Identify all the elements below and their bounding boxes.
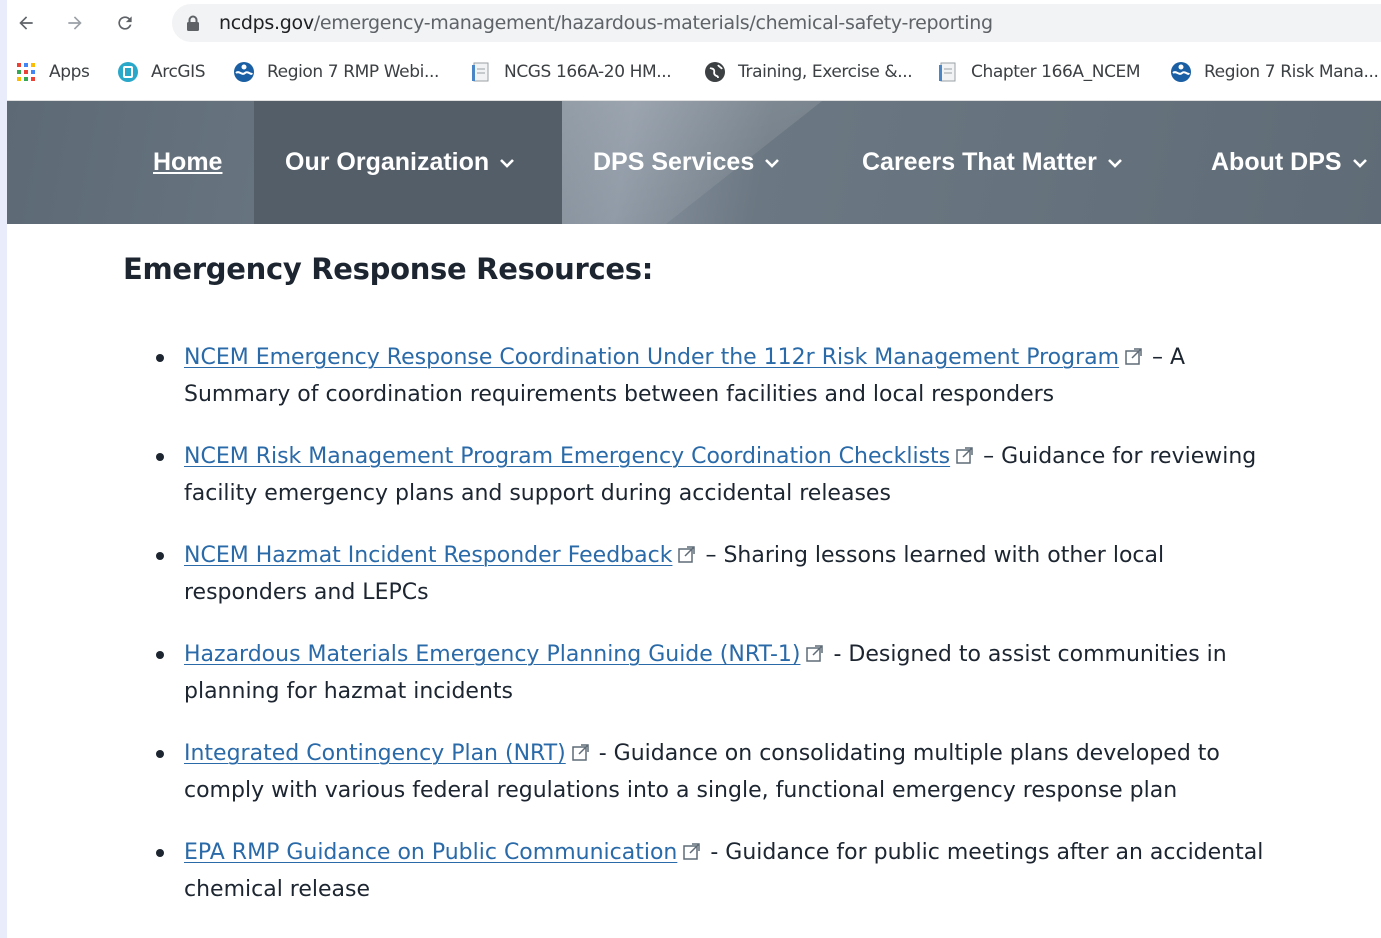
resource-link[interactable]: Integrated Contingency Plan (NRT) <box>184 741 566 766</box>
bookmarks-bar: Apps ArcGIS Region 7 RMP Webi... NCGS 16… <box>7 48 1381 101</box>
list-item: EPA RMP Guidance on Public Communication… <box>152 834 1292 908</box>
nav-item-dps-services[interactable]: DPS Services <box>593 148 780 177</box>
bookmark-label: Region 7 Risk Mana... <box>1204 62 1379 82</box>
reload-button[interactable] <box>110 8 140 38</box>
external-link-icon <box>806 645 824 662</box>
external-link-icon <box>678 546 696 563</box>
external-link-icon <box>1125 348 1142 365</box>
back-button[interactable] <box>11 8 41 38</box>
document-icon <box>472 62 489 82</box>
arrow-right-icon <box>68 16 82 30</box>
globe-icon <box>705 62 725 82</box>
apps-grid-icon <box>17 63 35 81</box>
nav-item-careers-that-matter[interactable]: Careers That Matter <box>862 148 1123 177</box>
nav-item-label: Home <box>153 148 223 176</box>
list-item: NCEM Emergency Response Coordination Und… <box>152 339 1292 413</box>
epa-logo-icon <box>1171 62 1191 82</box>
chevron-down-icon <box>1352 158 1367 168</box>
url-path: /emergency-management/hazardous-material… <box>313 12 993 34</box>
forward-button[interactable] <box>60 8 90 38</box>
arrow-left-icon <box>19 16 33 30</box>
bookmark-apps[interactable]: Apps <box>15 60 90 84</box>
external-link-icon <box>572 744 589 761</box>
resource-link[interactable]: NCEM Hazmat Incident Responder Feedback <box>184 543 672 568</box>
bullet <box>156 849 164 857</box>
bookmark-ncgs-166a[interactable]: NCGS 166A-20 HM... <box>470 60 672 84</box>
lock-icon <box>187 15 199 31</box>
nav-item-label: Our Organization <box>285 148 490 176</box>
bookmark-arcgis[interactable]: ArcGIS <box>117 60 206 84</box>
external-link-icon <box>956 447 973 464</box>
arcgis-icon <box>118 62 138 82</box>
section-heading: Emergency Response Resources: <box>123 252 654 286</box>
bookmark-region7-rmp-webinar[interactable]: Region 7 RMP Webi... <box>233 60 439 84</box>
url-text: ncdps.gov/emergency-management/hazardous… <box>219 12 993 34</box>
nav-item-home[interactable]: Home <box>153 148 222 177</box>
document-icon <box>939 62 956 82</box>
address-bar[interactable]: ncdps.gov/emergency-management/hazardous… <box>172 4 1381 42</box>
list-item: Hazardous Materials Emergency Planning G… <box>152 636 1292 710</box>
bullet <box>156 354 164 362</box>
chevron-down-icon <box>1107 158 1122 168</box>
list-item: NCEM Hazmat Incident Responder Feedback –… <box>152 537 1292 611</box>
epa-logo-icon <box>234 62 254 82</box>
nav-item-our-organization[interactable]: Our Organization <box>285 148 515 177</box>
bookmark-region7-risk-management[interactable]: Region 7 Risk Mana... <box>1170 60 1379 84</box>
bookmark-label: Training, Exercise &... <box>738 62 913 82</box>
nav-item-label: Careers That Matter <box>862 148 1097 176</box>
bookmark-label: NCGS 166A-20 HM... <box>504 62 672 82</box>
nav-item-label: DPS Services <box>593 148 755 176</box>
external-link-icon <box>683 843 701 860</box>
list-item: Integrated Contingency Plan (NRT) - Guida… <box>152 735 1292 809</box>
resource-link[interactable]: NCEM Emergency Response Coordination Und… <box>184 345 1119 370</box>
bookmark-label: Chapter 166A_NCEM <box>971 62 1141 82</box>
bullet <box>156 750 164 758</box>
chevron-down-icon <box>765 158 780 168</box>
resource-link[interactable]: NCEM Risk Management Program Emergency C… <box>184 444 950 469</box>
browser-toolbar: ncdps.gov/emergency-management/hazardous… <box>7 0 1381 48</box>
resource-link[interactable]: EPA RMP Guidance on Public Communication <box>184 840 677 865</box>
site-navigation: Home Our Organization DPS Services Caree… <box>7 101 1381 224</box>
bullet <box>156 552 164 560</box>
bullet <box>156 651 164 659</box>
resource-link[interactable]: Hazardous Materials Emergency Planning G… <box>184 642 800 667</box>
bullet <box>156 453 164 461</box>
bookmark-training-exercise[interactable]: Training, Exercise &... <box>704 60 913 84</box>
bookmark-label: Region 7 RMP Webi... <box>267 62 439 82</box>
bookmark-chapter-166a[interactable]: Chapter 166A_NCEM <box>937 60 1141 84</box>
main-content: Emergency Response Resources: NCEM Emerg… <box>7 224 1381 938</box>
list-item: NCEM Risk Management Program Emergency C… <box>152 438 1292 512</box>
reload-icon <box>118 16 132 30</box>
url-host: ncdps.gov <box>219 12 314 34</box>
resource-list: NCEM Emergency Response Coordination Und… <box>152 339 1292 933</box>
bookmark-label: Apps <box>49 62 90 82</box>
nav-item-about-dps[interactable]: About DPS <box>1211 148 1368 177</box>
nav-item-label: About DPS <box>1211 148 1342 176</box>
bookmark-label: ArcGIS <box>151 62 206 82</box>
chevron-down-icon <box>500 158 515 168</box>
